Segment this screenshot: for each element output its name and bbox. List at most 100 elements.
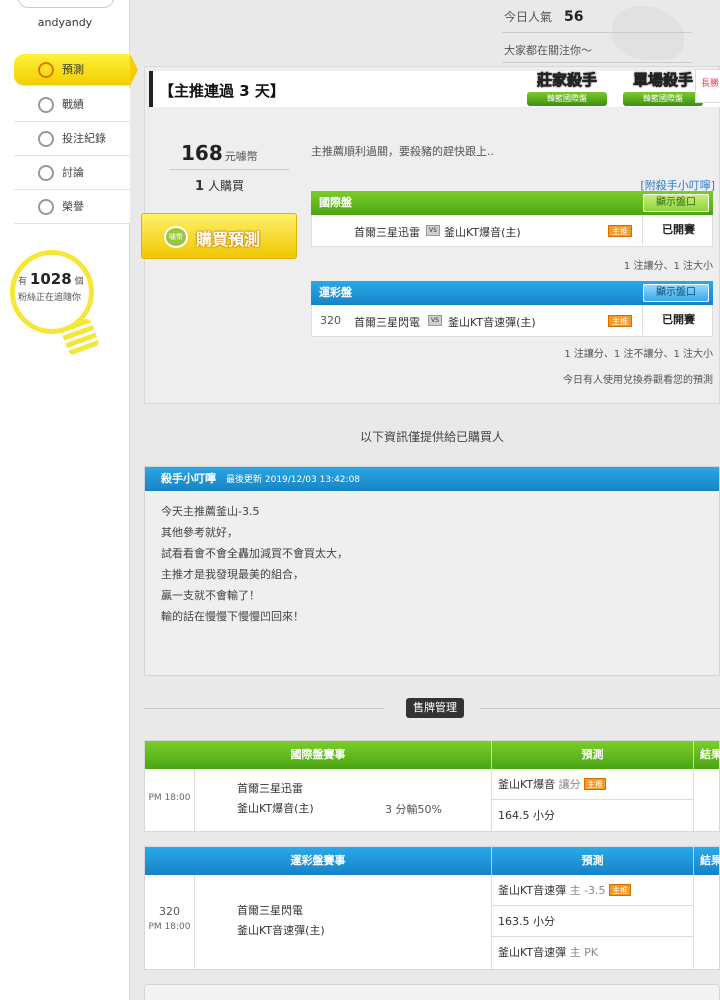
sale-management-button[interactable]: 售牌管理 [406,698,464,718]
sidebar-nav: 預測 戰績 投注紀錄 討論 榮譽 [14,54,138,224]
prediction-intro: 主推薦順利過關，要殺豬的趕快跟上.. [311,145,494,158]
avatar-frame[interactable] [18,0,114,8]
away-team: 釜山KT爆音(主) [444,226,521,239]
intl-market-box: 國際盤 顯示盤口 首爾三星迅雷 VS 釜山KT爆音(主) 主推 已開賽 [311,191,713,247]
main-pick-tag: 主推 [608,315,632,327]
result-cell [693,875,720,969]
discussion-icon [38,165,54,181]
home-team: 首爾三星閃電 [354,316,420,329]
main-pick-tag: 主推 [584,778,607,790]
result-cell [693,769,720,831]
divider [502,62,692,63]
table-header: 國際盤賽事 預測 結果 [145,741,720,769]
prediction-item: 163.5 小分 [492,906,693,937]
sidebar-item-discussion[interactable]: 討論 [14,156,130,190]
sale-separator: 售牌管理 [144,698,720,718]
sidebar-item-label: 榮譽 [62,200,84,213]
match-row: 首爾三星迅雷 VS 釜山KT爆音(主) 主推 已開賽 [311,215,713,247]
killer-tips-body: 今天主推薦釜山-3.5 其他參考就好， 試看看會不會全轟加減買不會買太大， 主推… [145,491,719,627]
prediction-title-bar: 【主推連過 3 天】 莊家殺手 韓籃國際盤 單場殺手 韓籃國際盤 長勝 [149,69,720,107]
home-team: 首爾三星迅雷 [354,226,420,239]
intl-results-table: 國際盤賽事 預測 結果 PM 18:00 首爾三星迅雷 釜山KT爆音(主) 3 … [144,740,720,832]
sidebar-item-record[interactable]: 戰績 [14,88,130,122]
match-code: 320 [320,314,341,327]
footer-panel [144,984,720,1000]
match-state: 已開賽 [642,215,714,245]
prediction-item: 釜山KT音速彈 主 PK [498,946,598,959]
match-code: 320 [159,905,180,918]
honor-icon [38,199,54,215]
mascot-decoration [612,6,684,60]
buy-prediction-button[interactable]: 噱幣 購買預測 [141,213,297,259]
coin-icon: 噱幣 [164,226,188,248]
sports-market-box: 運彩盤 顯示盤口 320 首爾三星閃電 VS 釜山KT音速彈(主) 主推 已開賽 [311,281,713,337]
table-header: 運彩盤賽事 預測 結果 [145,847,720,875]
sports-results-table: 運彩盤賽事 預測 結果 320 PM 18:00 首爾三星閃電 釜山KT音速彈(… [144,846,720,970]
fans-count-row: 有 1028 個 [18,270,84,288]
prediction-panel: 【主推連過 3 天】 莊家殺手 韓籃國際盤 單場殺手 韓籃國際盤 長勝 168 元… [141,66,720,404]
show-odds-button[interactable]: 顯示盤口 [643,194,709,212]
tip-line: 試看看會不會全轟加減買不會買太大， [161,547,348,560]
prediction-item: 釜山KT爆音 讓分 主推 [492,769,693,800]
divider [169,169,289,170]
vs-icon: VS [428,315,442,326]
main-pick-tag: 主推 [608,225,632,237]
divider [502,32,692,33]
vs-icon: VS [426,225,440,236]
sidebar-item-prediction[interactable]: 預測 [14,54,138,86]
sidebar-item-label: 戰績 [62,98,84,111]
main-pick-tag: 主推 [609,884,632,896]
sidebar-item-bet-history[interactable]: 投注紀錄 [14,122,130,156]
voucher-note: 今日有人使用兌換券觀看您的預測 [563,375,713,386]
buyers-count: 1 人購買 [195,179,245,194]
table-row: 320 PM 18:00 首爾三星閃電 釜山KT音速彈(主) 釜山KT音速彈 主… [145,875,719,969]
sidebar-item-label: 討論 [62,166,84,179]
loss-note: 3 分輸50% [385,803,442,816]
prediction-item: 釜山KT音速彈 主 -3.5 主推 [492,875,693,906]
left-sidebar: andyandy 預測 戰績 投注紀錄 討論 榮譽 有 1028 個 粉絲正在追… [0,0,138,1000]
page-title: 【主推連過 3 天】 [159,82,285,100]
killer-tips-panel: 殺手小叮嚀 最後更新 2019/12/03 13:42:08 今天主推薦釜山-3.… [144,466,720,676]
username: andyandy [37,16,93,29]
prediction-item: 164.5 小分 [498,809,555,822]
show-odds-button[interactable]: 顯示盤口 [643,284,709,302]
main-content: 今日人氣 56 大家都在關注你～ 【主推連過 3 天】 莊家殺手 韓籃國際盤 單場… [141,0,720,1000]
match-time-cell: PM 18:00 [145,769,195,831]
sports-market-header: 運彩盤 顯示盤口 [311,281,713,305]
teams-cell: 首爾三星迅雷 釜山KT爆音(主) [237,782,314,815]
prediction-cell: 釜山KT音速彈 主 -3.5 主推 163.5 小分 釜山KT音速彈 主 PK [491,875,693,969]
target-icon [38,62,54,78]
popularity-value: 56 [564,9,584,25]
away-team: 釜山KT音速彈(主) [448,316,536,329]
last-updated: 最後更新 2019/12/03 13:42:08 [226,475,361,485]
buyers-only-notice: 以下資訊僅提供給已購買人 [359,430,504,444]
record-icon [38,131,54,147]
price: 168 元噱幣 [181,141,258,165]
sports-bet-summary: 1 注讓分、1 注不讓分、1 注大小 [564,349,713,360]
teams-cell: 首爾三星閃電 釜山KT音速彈(主) [237,904,325,937]
tip-line: 今天主推薦釜山-3.5 [161,505,260,518]
single-game-killer-badge: 單場殺手 韓籃國際盤 [623,69,703,111]
table-row: PM 18:00 首爾三星迅雷 釜山KT爆音(主) 3 分輸50% 釜山KT爆音… [145,769,719,831]
banker-killer-badge: 莊家殺手 韓籃國際盤 [527,69,607,111]
fans-text: 粉絲正在追隨你 [18,293,82,303]
match-time-cell: 320 PM 18:00 [145,875,195,969]
fans-count: 1028 [29,270,72,288]
prediction-cell: 釜山KT爆音 讓分 主推 164.5 小分 [491,769,693,831]
tip-line: 其他參考就好， [161,526,238,539]
match-row: 320 首爾三星閃電 VS 釜山KT音速彈(主) 主推 已開賽 [311,305,713,337]
chart-icon [38,97,54,113]
popularity: 今日人氣 56 [504,9,584,25]
tip-line: 主推才是我發現最美的組合， [161,568,304,581]
watching-text: 大家都在關注你～ [504,44,592,57]
sidebar-item-honor[interactable]: 榮譽 [14,190,130,224]
divider [480,708,720,709]
intl-bet-summary: 1 注讓分、1 注大小 [623,261,713,272]
long-win-ribbon: 長勝 [695,69,720,103]
intl-market-header: 國際盤 顯示盤口 [311,191,713,215]
sidebar-item-label: 預測 [62,63,84,76]
killer-tips-header: 殺手小叮嚀 最後更新 2019/12/03 13:42:08 [145,467,719,491]
tip-line: 贏一支就不會輸了！ [161,589,260,602]
divider [144,708,384,709]
fans-widget: 有 1028 個 粉絲正在追隨你 [0,250,130,360]
